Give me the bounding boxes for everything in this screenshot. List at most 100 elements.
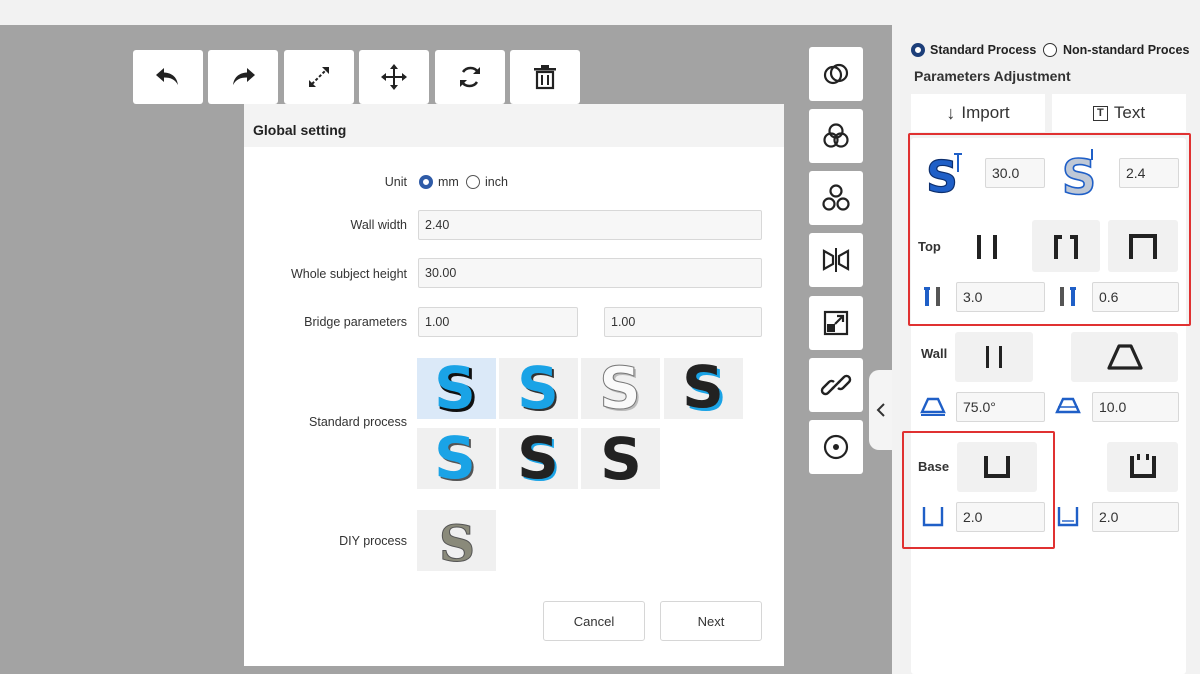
base-style-2-button[interactable] [1107,442,1178,492]
parameters-title: Parameters Adjustment [914,68,1071,84]
parameters-panel: Standard Process Non-standard Proces Par… [892,25,1200,674]
diy-process-thumb[interactable]: S [417,510,496,571]
nonstandard-process-option: Non-standard Proces [1063,43,1190,57]
link-icon [820,374,852,396]
redo-icon [233,68,255,85]
base-value-1-input[interactable] [956,502,1045,532]
wall-style-1-button[interactable] [955,332,1033,382]
letter-s-blue-icon: SS [434,431,478,487]
intersect-button[interactable] [809,47,863,101]
center-button[interactable] [809,420,863,474]
top-style-1-button[interactable] [955,220,1019,272]
svg-text:S: S [599,361,641,417]
rotate-button[interactable] [435,50,505,104]
top-style-2-button[interactable] [1032,220,1100,272]
diy-process-label: DIY process [339,534,407,548]
rotate-icon [460,66,480,88]
base-style-1-button[interactable] [957,442,1037,492]
bridge-label: Bridge parameters [304,315,407,329]
scale-icon [309,67,329,87]
wall-thickness-input[interactable] [1119,158,1179,188]
dialog-header: Global setting [244,104,784,147]
base-u-lip-icon [1129,454,1156,478]
wall-offset-icon [1055,393,1081,419]
wall-straight-icon [986,346,1002,368]
bridge-input-1[interactable] [418,307,578,337]
subtract-button[interactable] [809,171,863,225]
mirror-button[interactable] [809,233,863,287]
subtract-icon [822,184,850,211]
process-thumb-1[interactable]: SS [417,358,496,419]
next-button[interactable]: Next [660,601,762,641]
svg-text:S: S [438,514,474,569]
redo-button[interactable] [208,50,278,104]
wall-style-2-button[interactable] [1071,332,1178,382]
process-thumb-2[interactable]: SS [499,358,578,419]
svg-text:S: S [434,361,476,417]
base-value-2-input[interactable] [1092,502,1179,532]
link-button[interactable] [809,358,863,412]
import-tab[interactable]: ↓ Import [911,94,1045,132]
delete-button[interactable] [510,50,580,104]
height-label: Whole subject height [290,267,407,281]
unit-label: Unit [384,175,407,189]
move-icon [381,64,407,90]
svg-text:S: S [682,361,724,417]
letter-height-icon: S [922,150,968,196]
top-style-3-button[interactable] [1108,220,1178,272]
wall-offset-input[interactable] [1092,392,1179,422]
letter-s-metal-icon: S [438,513,475,569]
arrow-down-icon: ↓ [946,102,956,123]
top-closed-icon [1129,234,1157,259]
move-button[interactable] [359,50,429,104]
wall-thickness-icon: S [1055,146,1103,198]
nonstandard-process-radio[interactable] [1043,43,1057,57]
unit-inch-radio[interactable] [466,175,480,189]
top-band [0,0,1200,25]
process-thumb-3[interactable]: SS [581,358,660,419]
top-value-1-input[interactable] [956,282,1045,312]
top-label: Top [918,239,941,254]
wall-width-label: Wall width [350,218,408,232]
unit-mm-radio[interactable] [419,175,433,189]
text-box-icon: T [1092,105,1108,121]
top-lip-icon [1054,235,1078,259]
union-button[interactable] [809,109,863,163]
height-value-input[interactable] [985,158,1045,188]
intersect-icon [823,63,849,85]
process-thumb-6[interactable]: SS [499,428,578,489]
wall-label: Wall [921,346,948,361]
undo-icon [156,68,178,85]
wall-angle-icon [920,393,946,419]
scale-button[interactable] [284,50,354,104]
top-depth-icon [920,283,946,309]
wall-width-input[interactable] [418,210,762,240]
panel-collapse-tab[interactable] [869,370,892,450]
height-input[interactable] [418,258,762,288]
process-thumb-5[interactable]: SS [417,428,496,489]
base-thickness-icon [1055,503,1081,529]
letter-s-blue-icon: SS [517,361,561,417]
process-thumb-4[interactable]: SS [664,358,743,419]
undo-button[interactable] [133,50,203,104]
wall-angle-input[interactable] [956,392,1045,422]
delete-icon [534,65,556,90]
unit-inch-label: inch [485,175,508,189]
process-thumb-7[interactable]: S [581,428,660,489]
svg-text:S: S [434,431,476,487]
text-tab[interactable]: T Text [1052,94,1186,132]
top-thickness-icon [1055,283,1081,309]
cancel-button[interactable]: Cancel [543,601,645,641]
standard-process-radio[interactable] [911,43,925,57]
resize-icon [823,310,849,336]
unit-mm-label: mm [438,175,459,189]
resize-button[interactable] [809,296,863,350]
wall-slanted-icon [1106,344,1143,370]
letter-s-blue-icon: SS [434,361,479,417]
svg-text:S: S [600,431,642,487]
base-label: Base [918,459,950,474]
import-label: Import [961,103,1010,122]
base-u-icon [984,456,1010,478]
top-value-2-input[interactable] [1092,282,1179,312]
bridge-input-2[interactable] [604,307,762,337]
